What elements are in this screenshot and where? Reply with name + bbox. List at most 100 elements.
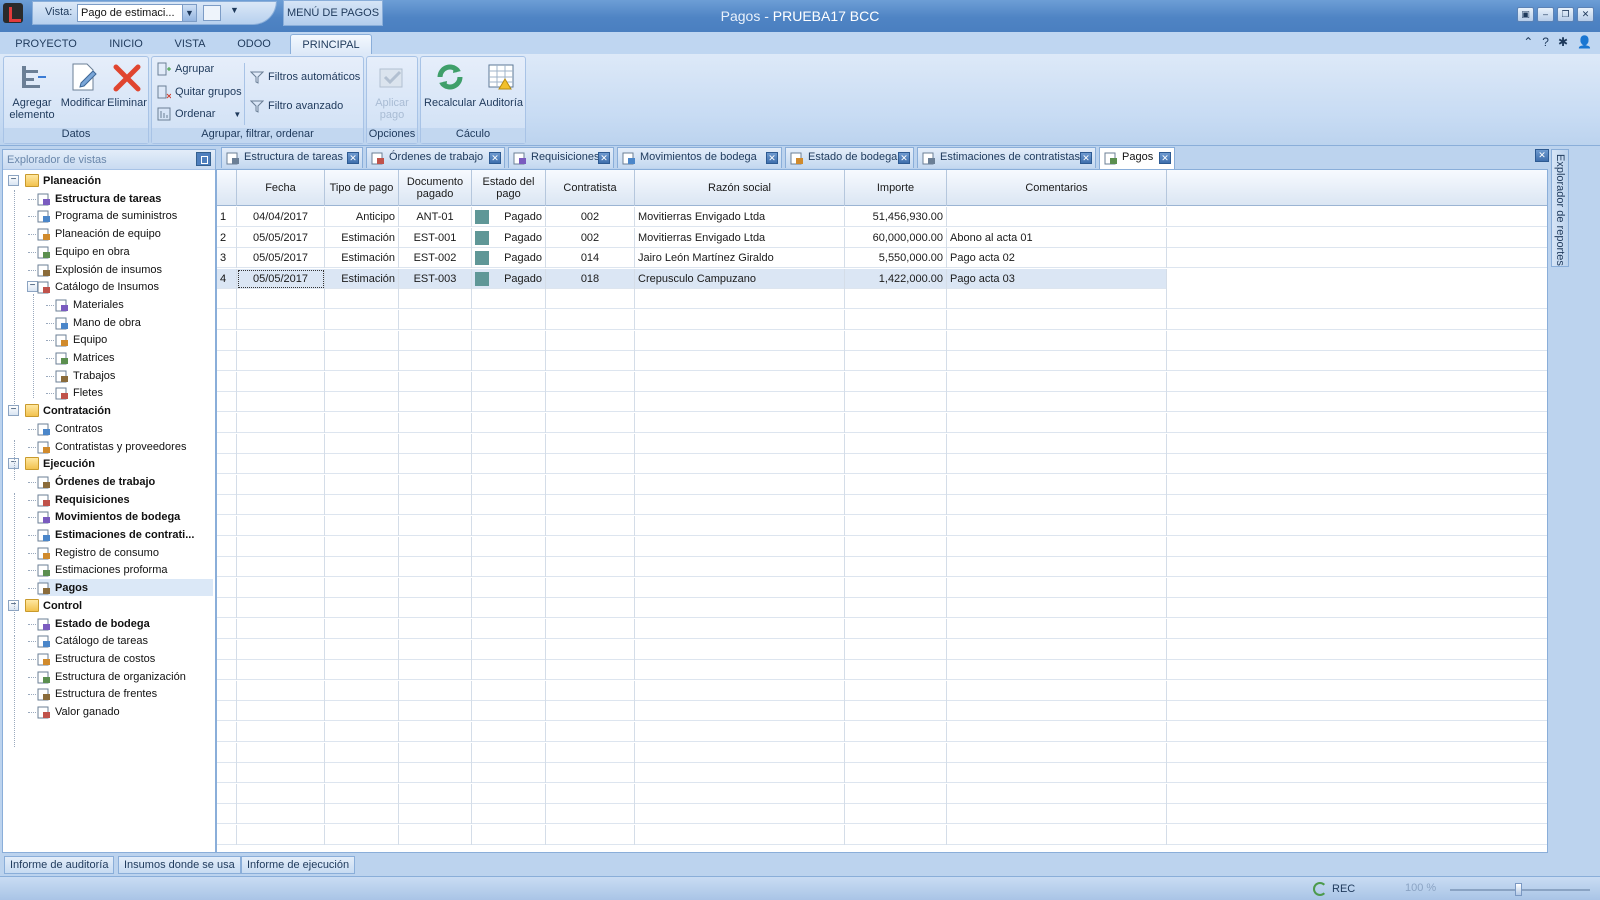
cell-importe[interactable]	[845, 454, 947, 475]
cell-fecha[interactable]	[237, 433, 325, 454]
pin-icon[interactable]	[196, 152, 211, 166]
tree-item[interactable]: Equipo en obra	[37, 243, 130, 261]
cell-tipo[interactable]	[325, 392, 399, 413]
cell-razon[interactable]: Movitierras Envigado Ltda	[635, 227, 845, 248]
cell-doc[interactable]	[399, 310, 472, 330]
tree-item[interactable]: Movimientos de bodega	[37, 508, 180, 526]
empty-row[interactable]	[217, 619, 1547, 639]
collapse-icon[interactable]: −	[8, 175, 19, 186]
filtros-automaticos-button[interactable]: Filtros automáticos	[249, 70, 360, 84]
cell-contratista[interactable]	[546, 825, 635, 845]
cell-doc[interactable]	[399, 701, 472, 722]
tree-item[interactable]: Pagos	[37, 579, 88, 597]
cell-comentarios[interactable]	[947, 474, 1167, 495]
cell-comentarios[interactable]	[947, 536, 1167, 557]
cell-doc[interactable]	[399, 598, 472, 619]
cell-tipo[interactable]: Estimación	[325, 248, 399, 269]
settings-icon[interactable]: ✱	[1558, 35, 1568, 49]
tree-item[interactable]: Explosión de insumos	[37, 261, 162, 279]
cell-tipo[interactable]	[325, 310, 399, 330]
cell-doc[interactable]	[399, 619, 472, 639]
cell-estado[interactable]	[472, 413, 546, 433]
cell-importe[interactable]	[845, 474, 947, 495]
help-icon[interactable]: ?	[1542, 35, 1549, 49]
tree-item[interactable]: Requisiciones	[37, 491, 130, 509]
empty-row[interactable]	[217, 516, 1547, 536]
cell-tipo[interactable]	[325, 660, 399, 681]
cell-razon[interactable]	[635, 536, 845, 557]
tree-group[interactable]: Control	[25, 597, 82, 615]
cell-contratista[interactable]	[546, 577, 635, 598]
tab-insumos-donde-se-usa[interactable]: Insumos donde se usa	[118, 856, 241, 874]
cell-razon[interactable]	[635, 701, 845, 722]
tree-item[interactable]: Contratos	[37, 420, 103, 438]
cell-comentarios[interactable]	[947, 701, 1167, 722]
empty-row[interactable]	[217, 371, 1547, 392]
tree-item[interactable]: Estructura de costos	[37, 650, 155, 668]
cell-contratista[interactable]	[546, 598, 635, 619]
cell-comentarios[interactable]	[947, 454, 1167, 475]
cell-fecha[interactable]: 05/05/2017	[237, 268, 325, 289]
cell-tipo[interactable]	[325, 804, 399, 825]
cell-doc[interactable]	[399, 825, 472, 845]
agrupar-button[interactable]: Agrupar	[157, 62, 214, 76]
cell-tipo[interactable]	[325, 577, 399, 598]
cell-tipo[interactable]	[325, 516, 399, 536]
filtro-avanzado-button[interactable]: Filtro avanzado	[249, 99, 343, 113]
cell-tipo[interactable]	[325, 351, 399, 372]
cell-contratista[interactable]	[546, 639, 635, 660]
empty-row[interactable]	[217, 598, 1547, 619]
cell-doc[interactable]	[399, 392, 472, 413]
cell-importe[interactable]	[845, 619, 947, 639]
cell-comentarios[interactable]	[947, 577, 1167, 598]
cell-contratista[interactable]	[546, 536, 635, 557]
cell-tipo[interactable]	[325, 330, 399, 351]
cell-contratista[interactable]: 002	[546, 207, 635, 227]
cell-comentarios[interactable]: Pago acta 02	[947, 248, 1167, 269]
cell-doc[interactable]	[399, 557, 472, 578]
recalcular-button[interactable]: Recalcular	[423, 61, 477, 109]
cell-tipo[interactable]	[325, 619, 399, 639]
cell-tipo[interactable]	[325, 598, 399, 619]
reports-explorer-tab[interactable]: Explorador de reportes	[1551, 149, 1569, 267]
cell-contratista[interactable]	[546, 495, 635, 516]
table-row[interactable]: 4 05/05/2017 Estimación EST-003 Pagado 018 Cre…	[217, 268, 1547, 289]
empty-row[interactable]	[217, 577, 1547, 598]
cell-importe[interactable]: 1,422,000.00	[845, 268, 947, 289]
cell-comentarios[interactable]	[947, 207, 1167, 227]
cell-tipo[interactable]	[325, 454, 399, 475]
cell-estado[interactable]	[472, 577, 546, 598]
column-header[interactable]: Contratista	[546, 170, 635, 206]
empty-row[interactable]	[217, 310, 1547, 330]
cell-estado[interactable]	[472, 392, 546, 413]
cell-tipo[interactable]	[325, 474, 399, 495]
cell-comentarios[interactable]	[947, 371, 1167, 392]
cell-doc[interactable]	[399, 722, 472, 742]
cell-razon[interactable]	[635, 371, 845, 392]
cell-importe[interactable]: 51,456,930.00	[845, 207, 947, 227]
tree-item[interactable]: Trabajos	[55, 367, 115, 385]
cell-razon[interactable]	[635, 804, 845, 825]
cell-importe[interactable]	[845, 804, 947, 825]
cell-tipo[interactable]	[325, 680, 399, 701]
cell-contratista[interactable]	[546, 289, 635, 310]
tree-item[interactable]: Catálogo de tareas	[37, 632, 148, 650]
cell-estado[interactable]	[472, 495, 546, 516]
cell-tipo[interactable]	[325, 701, 399, 722]
cell-estado[interactable]	[472, 310, 546, 330]
tree-item[interactable]: Equipo	[55, 331, 107, 349]
cell-doc[interactable]	[399, 351, 472, 372]
table-row[interactable]: 2 05/05/2017 Estimación EST-001 Pagado 002 Mov…	[217, 227, 1547, 248]
empty-row[interactable]	[217, 722, 1547, 742]
cell-razon[interactable]	[635, 763, 845, 784]
minimize-icon[interactable]: –	[1537, 7, 1554, 22]
cell-contratista[interactable]	[546, 619, 635, 639]
empty-row[interactable]	[217, 413, 1547, 433]
cell-estado[interactable]	[472, 639, 546, 660]
cell-fecha[interactable]	[237, 598, 325, 619]
table-row[interactable]: 3 05/05/2017 Estimación EST-002 Pagado 014 Jai…	[217, 248, 1547, 269]
cell-razon[interactable]	[635, 351, 845, 372]
cell-estado[interactable]	[472, 701, 546, 722]
cell-fecha[interactable]	[237, 310, 325, 330]
tab-odoo[interactable]: ODOO	[224, 34, 284, 54]
